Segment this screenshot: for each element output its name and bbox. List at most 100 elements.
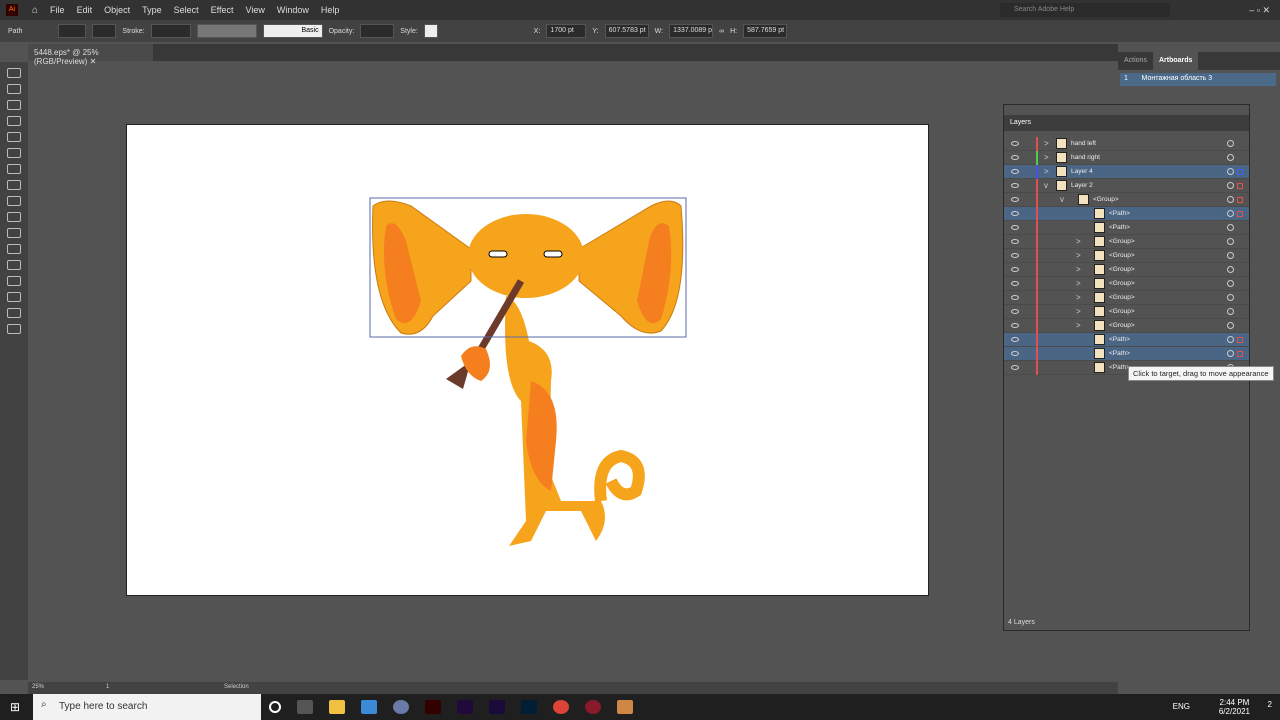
layer-name[interactable]: hand left	[1071, 140, 1096, 147]
layer-row[interactable]: > <Group>	[1004, 249, 1249, 263]
target-circle-icon[interactable]	[1227, 224, 1234, 231]
expand-chevron-icon[interactable]: >	[1044, 153, 1049, 162]
selection-indicator-icon[interactable]	[1237, 197, 1243, 203]
target-circle-icon[interactable]	[1227, 266, 1234, 273]
h-input[interactable]: 587.7659 pt	[743, 24, 788, 38]
task-view-icon[interactable]	[297, 700, 313, 714]
archive-icon[interactable]	[617, 700, 633, 714]
layer-name[interactable]: <Group>	[1093, 196, 1119, 203]
pen-tool-icon[interactable]	[7, 100, 21, 110]
target-circle-icon[interactable]	[1227, 308, 1234, 315]
layer-name[interactable]: <Group>	[1109, 322, 1135, 329]
visibility-eye-icon[interactable]	[1011, 183, 1019, 188]
stroke-swatch[interactable]	[92, 24, 117, 38]
illustrator-icon[interactable]	[425, 700, 441, 714]
layer-name[interactable]: Layer 2	[1071, 182, 1093, 189]
y-input[interactable]: 607.5783 pt	[604, 24, 649, 38]
stroke-weight-input[interactable]	[150, 24, 191, 38]
target-circle-icon[interactable]	[1227, 294, 1234, 301]
layer-row[interactable]: <Path>	[1004, 347, 1249, 361]
expand-chevron-icon[interactable]: v	[1060, 195, 1064, 204]
menu-view[interactable]: View	[245, 5, 264, 15]
artboard-tool-icon[interactable]	[7, 292, 21, 302]
layer-row[interactable]: > Layer 4	[1004, 165, 1249, 179]
zoom-level[interactable]: 25%	[32, 684, 44, 690]
direct-selection-tool-icon[interactable]	[7, 84, 21, 94]
search-help-input[interactable]: Search Adobe Help	[1000, 3, 1170, 17]
notifications-icon[interactable]: 2	[1268, 700, 1272, 709]
menu-window[interactable]: Window	[277, 5, 309, 15]
target-circle-icon[interactable]	[1227, 154, 1234, 161]
visibility-eye-icon[interactable]	[1011, 351, 1019, 356]
layer-name[interactable]: <Group>	[1109, 294, 1135, 301]
visibility-eye-icon[interactable]	[1011, 197, 1019, 202]
layer-name[interactable]: <Path>	[1109, 350, 1130, 357]
layer-name[interactable]: <Group>	[1109, 238, 1135, 245]
target-circle-icon[interactable]	[1227, 336, 1234, 343]
language-indicator[interactable]: ENG	[1173, 702, 1190, 711]
layer-name[interactable]: <Path>	[1109, 224, 1130, 231]
fill-swatch[interactable]	[58, 24, 87, 38]
selection-tool-icon[interactable]	[7, 68, 21, 78]
brush-select[interactable]: Basic	[262, 24, 323, 38]
layer-row[interactable]: > <Group>	[1004, 277, 1249, 291]
eyedropper-tool-icon[interactable]	[7, 244, 21, 254]
document-tab[interactable]: 5448.eps* @ 25% (RGB/Preview) ✕	[28, 44, 153, 66]
expand-chevron-icon[interactable]: >	[1044, 139, 1049, 148]
visibility-eye-icon[interactable]	[1011, 239, 1019, 244]
target-circle-icon[interactable]	[1227, 350, 1234, 357]
eraser-tool-icon[interactable]	[7, 196, 21, 206]
visibility-eye-icon[interactable]	[1011, 211, 1019, 216]
symbol-tool-icon[interactable]	[7, 276, 21, 286]
layer-row[interactable]: > hand left	[1004, 137, 1249, 151]
menu-help[interactable]: Help	[321, 5, 340, 15]
expand-chevron-icon[interactable]: v	[1044, 181, 1048, 190]
expand-chevron-icon[interactable]: >	[1076, 237, 1081, 246]
stroke-label[interactable]: Stroke:	[122, 28, 144, 35]
zoom-tool-icon[interactable]	[7, 308, 21, 318]
visibility-eye-icon[interactable]	[1011, 281, 1019, 286]
visibility-eye-icon[interactable]	[1011, 309, 1019, 314]
layer-row[interactable]: <Path>	[1004, 333, 1249, 347]
gradient-tool-icon[interactable]	[7, 228, 21, 238]
x-input[interactable]: 1700 pt	[546, 24, 587, 38]
clock-date[interactable]: 6/2/2021	[1219, 707, 1250, 716]
chrome-icon[interactable]	[553, 700, 569, 714]
expand-chevron-icon[interactable]: >	[1044, 167, 1049, 176]
layers-title[interactable]: Layers	[1004, 115, 1249, 131]
layer-row[interactable]: <Path>	[1004, 207, 1249, 221]
expand-chevron-icon[interactable]: >	[1076, 307, 1081, 316]
window-controls[interactable]: – ▫ ✕	[1249, 5, 1270, 16]
style-swatch[interactable]	[423, 24, 438, 38]
selection-indicator-icon[interactable]	[1237, 169, 1243, 175]
layer-row[interactable]: > <Group>	[1004, 235, 1249, 249]
layer-name[interactable]: Layer 4	[1071, 168, 1093, 175]
layer-row[interactable]: > <Group>	[1004, 319, 1249, 333]
app-icon[interactable]	[361, 700, 377, 714]
target-circle-icon[interactable]	[1227, 238, 1234, 245]
layer-row[interactable]: > <Group>	[1004, 263, 1249, 277]
opacity-input[interactable]	[360, 24, 395, 38]
visibility-eye-icon[interactable]	[1011, 253, 1019, 258]
visibility-eye-icon[interactable]	[1011, 225, 1019, 230]
layer-row[interactable]: > <Group>	[1004, 305, 1249, 319]
target-circle-icon[interactable]	[1227, 322, 1234, 329]
visibility-eye-icon[interactable]	[1011, 337, 1019, 342]
expand-chevron-icon[interactable]: >	[1076, 251, 1081, 260]
fill-stroke-icon[interactable]	[7, 324, 21, 334]
visibility-eye-icon[interactable]	[1011, 155, 1019, 160]
artboard-list-item[interactable]: 1 Монтажная область 3	[1120, 73, 1276, 86]
target-circle-icon[interactable]	[1227, 196, 1234, 203]
target-circle-icon[interactable]	[1227, 182, 1234, 189]
expand-chevron-icon[interactable]: >	[1076, 265, 1081, 274]
visibility-eye-icon[interactable]	[1011, 169, 1019, 174]
target-circle-icon[interactable]	[1227, 280, 1234, 287]
illustration[interactable]	[127, 125, 930, 597]
menu-effect[interactable]: Effect	[211, 5, 234, 15]
layer-row[interactable]: v Layer 2	[1004, 179, 1249, 193]
after-effects-icon[interactable]	[457, 700, 473, 714]
premiere-icon[interactable]	[489, 700, 505, 714]
artboard[interactable]	[126, 124, 929, 596]
tab-artboards[interactable]: Artboards	[1152, 52, 1199, 70]
opacity-label[interactable]: Opacity:	[329, 28, 355, 35]
